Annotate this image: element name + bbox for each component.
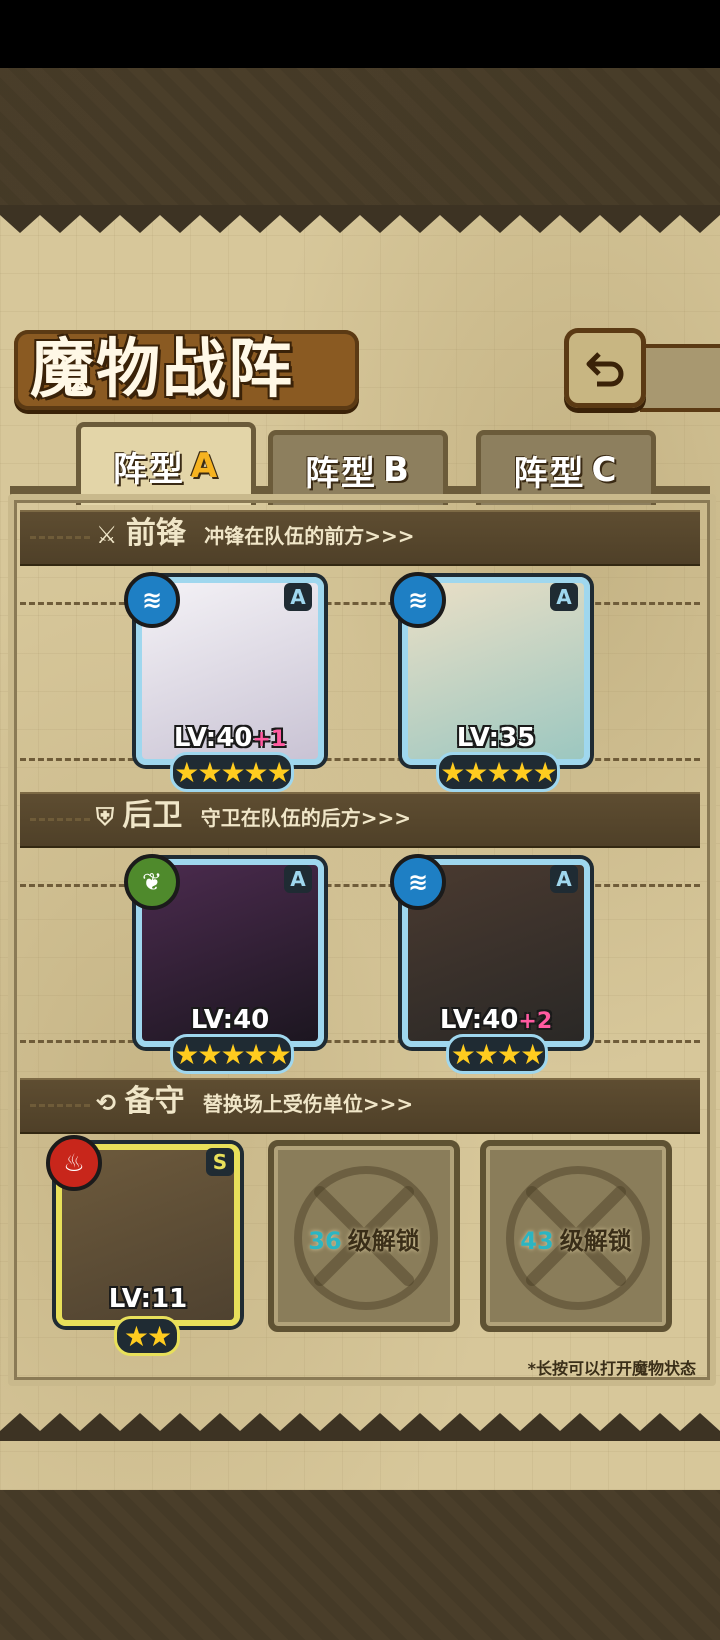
row-divider <box>20 602 700 605</box>
star-rating: ★★★★★ <box>436 752 560 792</box>
water-element-icon: ≋ <box>390 572 446 628</box>
fire-element-icon: ♨ <box>46 1135 102 1191</box>
back-section-title: ⛨ 后卫 守卫在队伍的后方>>> <box>96 790 411 842</box>
shield-icon: ⛨ <box>96 803 114 831</box>
unit-level: LV:40+1 <box>173 723 287 753</box>
tab-label: 阵型 <box>305 453 378 494</box>
unit-level: LV:11 <box>108 1284 188 1314</box>
row-divider <box>20 1040 700 1043</box>
long-press-hint: *长按可以打开魔物状态 <box>527 1359 696 1378</box>
unit-level: LV:40 <box>190 1005 270 1035</box>
row-divider <box>20 758 700 761</box>
tab-formation-a[interactable]: 阵型 A <box>76 422 256 505</box>
row-divider <box>20 884 700 887</box>
water-element-icon: ≋ <box>124 572 180 628</box>
tab-label: 阵型 <box>513 453 586 494</box>
reserve-section-title: ⟲ 备守 替换场上受伤单位>>> <box>96 1076 413 1128</box>
map-band-bottom <box>0 1490 720 1640</box>
back-button-tail <box>640 344 720 412</box>
section-desc: 冲锋在队伍的前方>>> <box>204 524 415 548</box>
star-rating: ★★★★★ <box>170 752 294 792</box>
rank-badge: A <box>550 583 578 611</box>
rank-badge: S <box>206 1148 234 1176</box>
star-rating: ★★ <box>114 1316 180 1356</box>
map-band-top <box>0 68 720 213</box>
tab-letter: A <box>190 446 220 486</box>
unit-level: LV:40+2 <box>439 1005 553 1035</box>
back-button[interactable] <box>564 328 646 408</box>
tab-letter: B <box>383 450 411 490</box>
unit-level: LV:35 <box>456 723 536 753</box>
tab-letter: C <box>591 450 619 490</box>
section-desc: 守卫在队伍的后方>>> <box>200 806 411 830</box>
water-element-icon: ≋ <box>390 854 446 910</box>
leaf-element-icon: ❦ <box>124 854 180 910</box>
page-title: 魔物战阵 <box>30 332 294 407</box>
sword-icon: ⚔ <box>96 521 118 549</box>
divider <box>30 1104 90 1107</box>
section-desc: 替换场上受伤单位>>> <box>202 1092 414 1116</box>
divider <box>30 818 90 821</box>
front-section-title: ⚔ 前锋 冲锋在队伍的前方>>> <box>96 508 415 560</box>
rank-badge: A <box>550 865 578 893</box>
status-bar <box>0 0 720 68</box>
tab-label: 阵型 <box>112 449 185 490</box>
star-rating: ★★★★★ <box>170 1034 294 1074</box>
divider <box>30 536 90 539</box>
torn-edge-bottom <box>0 1413 720 1441</box>
unlock-label: 43 级解锁 <box>520 1227 632 1255</box>
rank-badge: A <box>284 583 312 611</box>
rank-badge: A <box>284 865 312 893</box>
section-head: 前锋 <box>125 516 186 551</box>
torn-edge-top <box>0 205 720 233</box>
locked-slot[interactable]: 43 级解锁 <box>480 1140 672 1332</box>
locked-slot[interactable]: 36 级解锁 <box>268 1140 460 1332</box>
section-head: 备守 <box>124 1084 185 1119</box>
section-head: 后卫 <box>122 798 183 833</box>
back-arrow-icon <box>586 352 624 387</box>
swap-icon: ⟲ <box>96 1089 117 1117</box>
star-rating: ★★★★ <box>446 1034 548 1074</box>
unlock-label: 36 级解锁 <box>308 1227 420 1255</box>
